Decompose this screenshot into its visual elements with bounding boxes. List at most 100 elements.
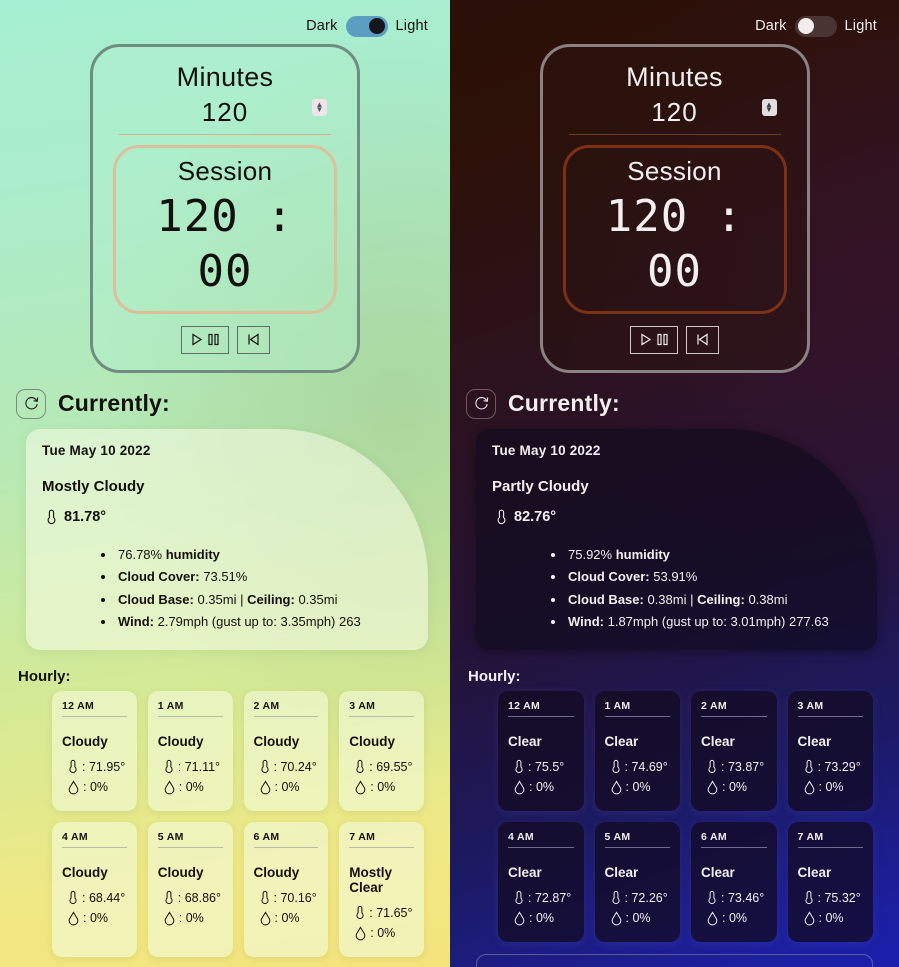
hourly-precip-row: : 0% bbox=[611, 780, 671, 795]
stepper-arrows-icon[interactable]: ▲ ▼ bbox=[312, 98, 327, 116]
cloud-cover-label: Cloud Cover: bbox=[118, 569, 200, 585]
hourly-card[interactable]: 5 AM Clear : 72.26° : 0% bbox=[594, 821, 680, 942]
minutes-input-field[interactable]: 120 ▲ ▼ bbox=[119, 95, 331, 135]
session-box: Session 120 : 00 bbox=[562, 144, 787, 314]
theme-toggle-knob bbox=[368, 18, 385, 34]
theme-toggle-switch[interactable] bbox=[794, 15, 837, 37]
hourly-condition: Cloudy bbox=[62, 733, 108, 749]
currently-section-header: Currently: bbox=[466, 388, 887, 419]
thermometer-icon bbox=[611, 890, 620, 904]
hourly-card[interactable]: 12 AM Clear : 75.5° : 0% bbox=[498, 690, 584, 811]
play-pause-button[interactable] bbox=[630, 325, 678, 354]
thermometer-icon bbox=[804, 759, 813, 773]
theme-toggle-switch[interactable] bbox=[345, 15, 388, 37]
refresh-button[interactable] bbox=[16, 388, 46, 419]
toggle-light-label: Light bbox=[844, 18, 877, 34]
hourly-condition: Cloudy bbox=[157, 864, 204, 880]
hourly-card[interactable]: 7 AM Mostly Clear : 71.65° : 0% bbox=[339, 821, 424, 957]
thermometer-icon bbox=[356, 905, 364, 919]
hourly-card[interactable]: 6 AM Cloudy : 70.16° : 0% bbox=[243, 821, 329, 957]
refresh-button[interactable] bbox=[466, 388, 496, 419]
droplet-icon bbox=[68, 911, 79, 926]
hourly-temperature: : 71.65° bbox=[369, 905, 413, 920]
droplet-icon bbox=[68, 780, 79, 795]
hourly-precip-row: : 0% bbox=[355, 926, 414, 941]
hourly-temperature-row: : 68.86° bbox=[164, 890, 223, 906]
thermometer-icon bbox=[69, 759, 77, 773]
humidity-label: humidity bbox=[165, 546, 220, 562]
pause-icon bbox=[657, 334, 668, 346]
hourly-precip: : 0% bbox=[274, 911, 300, 926]
reset-button[interactable] bbox=[686, 325, 719, 354]
hourly-precip-row: : 0% bbox=[804, 780, 864, 795]
current-details-list: 75.92% humidity Cloud Cover: 53.91% Clou… bbox=[552, 544, 861, 634]
thermometer-icon bbox=[515, 759, 523, 773]
hourly-temperature: : 73.46° bbox=[721, 890, 765, 905]
app-root: Dark Light Minutes 120 ▲ ▼ Session 120 : bbox=[0, 0, 899, 967]
minutes-input-field[interactable]: 120 ▲ ▼ bbox=[568, 95, 781, 135]
hourly-temperature-row: : 72.87° bbox=[514, 890, 574, 906]
ceiling-label: Ceiling: bbox=[697, 591, 745, 607]
more-button[interactable]: More ↓ bbox=[476, 953, 873, 967]
wind-value: 2.79mph (gust up to: 3.35mph) 263 bbox=[157, 614, 361, 630]
hourly-card[interactable]: 6 AM Clear : 73.46° : 0% bbox=[691, 821, 777, 942]
hourly-condition: Cloudy bbox=[253, 864, 300, 880]
theme-toggle-row: Dark Light bbox=[462, 0, 887, 38]
droplet-icon bbox=[260, 911, 270, 926]
hourly-temperature: : 71.95° bbox=[82, 759, 126, 774]
hourly-temperature: : 73.87° bbox=[721, 759, 765, 774]
currently-heading: Currently: bbox=[58, 390, 170, 417]
hourly-time: 6 AM bbox=[701, 831, 767, 848]
cloud-base-label: Cloud Base: bbox=[568, 591, 644, 607]
hourly-temperature: : 72.87° bbox=[528, 890, 572, 905]
thermometer-icon bbox=[47, 509, 56, 524]
light-theme-panel: Dark Light Minutes 120 ▲ ▼ Session 120 : bbox=[0, 0, 450, 967]
hourly-card[interactable]: 4 AM Clear : 72.87° : 0% bbox=[498, 821, 584, 942]
hourly-card[interactable]: 5 AM Cloudy : 68.86° : 0% bbox=[147, 821, 233, 957]
hourly-temperature-row: : 68.44° bbox=[68, 890, 127, 906]
hourly-time: 7 AM bbox=[797, 831, 863, 848]
hourly-precip: : 0% bbox=[274, 780, 300, 795]
current-weather-card: Tue May 10 2022 Partly Cloudy 82.76° 75.… bbox=[476, 428, 877, 650]
hourly-time: 5 AM bbox=[604, 831, 670, 848]
hourly-card[interactable]: 2 AM Clear : 73.87° : 0% bbox=[691, 690, 777, 811]
hourly-temperature-row: : 75.5° bbox=[514, 759, 574, 775]
hourly-precip: : 0% bbox=[370, 780, 396, 795]
hourly-card[interactable]: 3 AM Clear : 73.29° : 0% bbox=[787, 690, 873, 811]
thermometer-icon bbox=[611, 759, 620, 773]
hourly-time: 4 AM bbox=[508, 831, 574, 848]
current-weather-card: Tue May 10 2022 Mostly Cloudy 81.78° 76.… bbox=[26, 428, 428, 650]
detail-cloud-cover: Cloud Cover: 73.51% bbox=[116, 566, 412, 588]
hourly-card[interactable]: 2 AM Cloudy : 70.24° : 0% bbox=[243, 690, 329, 811]
hourly-precip: : 0% bbox=[370, 926, 396, 941]
droplet-icon bbox=[514, 780, 525, 795]
timer-controls bbox=[113, 325, 337, 354]
current-date: Tue May 10 2022 bbox=[42, 442, 151, 458]
hourly-time: 1 AM bbox=[604, 700, 670, 717]
thermometer-icon bbox=[515, 890, 523, 904]
theme-toggle-row: Dark Light bbox=[12, 0, 438, 38]
reset-button[interactable] bbox=[236, 325, 270, 354]
droplet-icon bbox=[164, 911, 175, 926]
hourly-card[interactable]: 12 AM Cloudy : 71.95° : 0% bbox=[52, 690, 137, 811]
hourly-temperature: : 69.55° bbox=[369, 759, 413, 774]
hourly-condition: Clear bbox=[797, 864, 832, 880]
thermometer-icon bbox=[804, 890, 813, 904]
detail-cloud-cover: Cloud Cover: 53.91% bbox=[566, 566, 861, 588]
stepper-arrows-icon[interactable]: ▲ ▼ bbox=[761, 98, 777, 116]
hourly-time: 1 AM bbox=[157, 700, 223, 717]
hourly-card[interactable]: 7 AM Clear : 75.32° : 0% bbox=[787, 821, 873, 942]
hourly-temperature-row: : 71.65° bbox=[355, 905, 414, 921]
hourly-precip: : 0% bbox=[529, 911, 555, 926]
hourly-time: 4 AM bbox=[62, 831, 127, 848]
detail-wind: Wind: 1.87mph (gust up to: 3.01mph) 277.… bbox=[566, 611, 861, 633]
dark-theme-panel: Dark Light Minutes 120 ▲ ▼ Session 120 : bbox=[450, 0, 899, 967]
hourly-card[interactable]: 1 AM Cloudy : 71.11° : 0% bbox=[147, 690, 233, 811]
hourly-temperature: : 73.29° bbox=[817, 759, 861, 774]
hourly-card[interactable]: 1 AM Clear : 74.69° : 0% bbox=[594, 690, 680, 811]
play-pause-button[interactable] bbox=[180, 325, 229, 354]
hourly-card[interactable]: 3 AM Cloudy : 69.55° : 0% bbox=[339, 690, 424, 811]
hourly-card[interactable]: 4 AM Cloudy : 68.44° : 0% bbox=[52, 821, 137, 957]
timer-wrapper: Minutes 120 ▲ ▼ Session 120 : 00 bbox=[462, 44, 887, 373]
thermometer-icon bbox=[708, 890, 716, 904]
